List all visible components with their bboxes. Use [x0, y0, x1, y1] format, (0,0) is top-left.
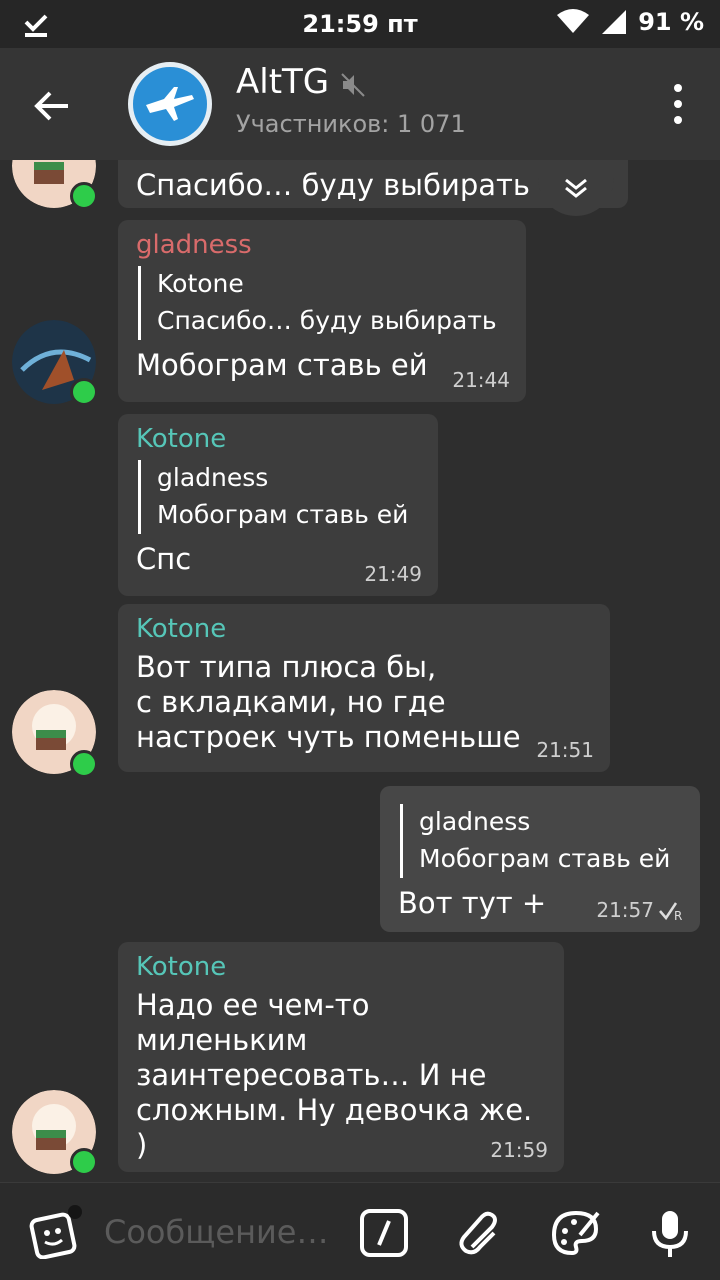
channel-title[interactable]: AltTG [236, 62, 329, 102]
back-arrow-icon[interactable] [28, 82, 76, 130]
double-chevron-down-icon [565, 178, 587, 198]
status-bar: 21:59 пт 91 % [0, 0, 720, 48]
message-time: 21:59 [490, 1138, 548, 1162]
muted-icon [341, 73, 365, 97]
message-list[interactable]: Спасибо… буду выбирать gladness Kotone С… [0, 160, 720, 1182]
message-input-bar: Сообщение… [0, 1182, 720, 1280]
online-indicator [70, 182, 98, 210]
message-text-line: заинтересовать… И не [136, 1058, 487, 1092]
message-bubble[interactable]: Kotone Надо ее чем-то миленьким заинтере… [118, 942, 564, 1172]
more-menu-button[interactable] [666, 84, 690, 124]
message-bubble[interactable]: Kotone Вот типа плюса бы, с вкладками, н… [118, 604, 610, 772]
chat-header: AltTG Участников: 1 071 [0, 48, 720, 160]
reply-text: Мобограм ставь ей [419, 844, 671, 873]
reply-text: Спасибо… буду выбирать [157, 306, 497, 335]
reply-text: Мобограм ставь ей [157, 500, 409, 529]
read-check-icon: R [659, 902, 682, 922]
svg-text:R: R [674, 909, 682, 922]
message-text-line: Надо ее чем-то [136, 988, 370, 1022]
message-bubble[interactable]: gladness Kotone Спасибо… буду выбирать М… [118, 220, 526, 402]
battery-level: 91 % [638, 8, 704, 36]
microphone-icon[interactable] [644, 1207, 696, 1259]
sender-name[interactable]: Kotone [136, 614, 592, 644]
online-indicator [70, 1148, 98, 1176]
bot-command-icon[interactable] [358, 1207, 410, 1259]
message-input[interactable]: Сообщение… [104, 1213, 328, 1251]
unread-dot [68, 1205, 82, 1219]
message-text-line: сложным. Ну девочка же. ) [136, 1093, 533, 1162]
channel-avatar[interactable] [128, 62, 212, 146]
sender-name[interactable]: gladness [136, 230, 508, 260]
reply-sender: Kotone [157, 269, 244, 298]
message-text-line: миленьким [136, 1023, 308, 1057]
paint-palette-icon[interactable] [550, 1207, 602, 1259]
reply-quote[interactable]: gladness Мобограм ставь ей [400, 804, 682, 878]
reply-sender: gladness [419, 807, 531, 836]
attach-icon[interactable] [454, 1207, 506, 1259]
message-text-line: настроек чуть поменьше [136, 720, 521, 754]
signal-icon [602, 10, 627, 34]
reply-quote[interactable]: gladness Мобограм ставь ей [138, 460, 420, 534]
message-time: 21:49 [364, 562, 422, 586]
message-text-line: с вкладками, но где [136, 685, 446, 719]
sender-name[interactable]: Kotone [136, 424, 420, 454]
message-time: 21:51 [536, 738, 594, 762]
sender-name[interactable]: Kotone [136, 952, 546, 982]
online-indicator [70, 378, 98, 406]
message-text-line: Вот типа плюса бы, [136, 650, 437, 684]
message-bubble[interactable]: Kotone gladness Мобограм ставь ей Спс 21… [118, 414, 438, 596]
wifi-icon [557, 9, 590, 33]
reply-sender: gladness [157, 463, 269, 492]
online-indicator [70, 750, 98, 778]
jet-icon [146, 87, 194, 121]
reply-quote[interactable]: Kotone Спасибо… буду выбирать [138, 266, 508, 340]
message-time: 21:44 [452, 368, 510, 392]
member-count: Участников: 1 071 [236, 110, 466, 138]
message-bubble-outgoing[interactable]: gladness Мобограм ставь ей Вот тут + 21:… [380, 786, 700, 932]
message-time: 21:57 [596, 898, 654, 922]
